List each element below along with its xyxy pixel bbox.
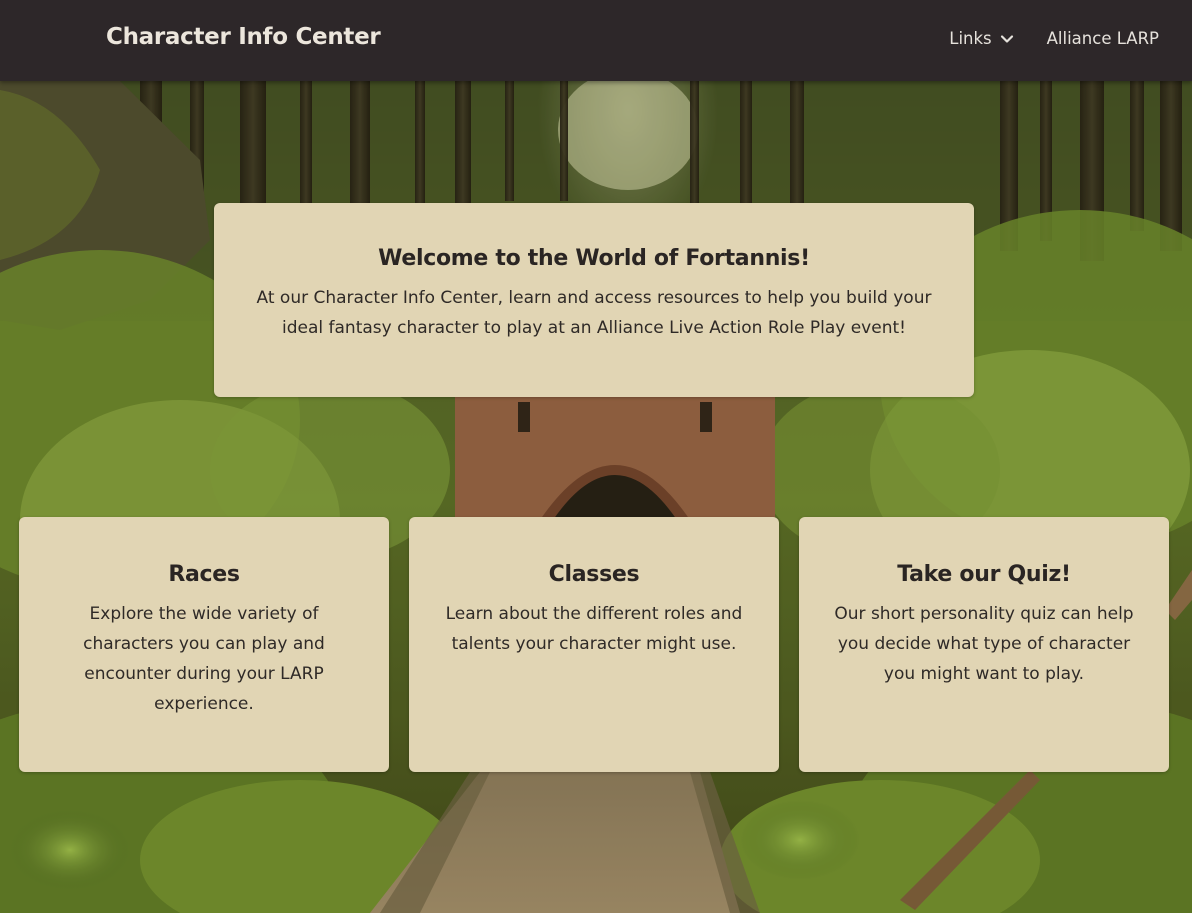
welcome-title: Welcome to the World of Fortannis!: [378, 246, 810, 271]
classes-card-text: Learn about the different roles and tale…: [445, 604, 743, 654]
alliance-larp-link[interactable]: Alliance LARP: [1047, 29, 1159, 48]
welcome-card: Welcome to the World of Fortannis! At ou…: [214, 203, 974, 397]
welcome-text: At our Character Info Center, learn and …: [256, 288, 932, 338]
brand-link[interactable]: Character Info Center: [106, 24, 381, 50]
nav-links: Links Alliance LARP: [949, 29, 1159, 48]
forest-scene: [0, 0, 1192, 913]
races-card-title: Races: [168, 562, 240, 587]
races-card-text: Explore the wide variety of characters y…: [83, 604, 325, 714]
links-dropdown[interactable]: Links: [949, 29, 1013, 48]
classes-card[interactable]: Classes Learn about the different roles …: [409, 517, 779, 772]
forest-background-image: [0, 0, 1192, 913]
quiz-card-title: Take our Quiz!: [897, 562, 1071, 587]
links-dropdown-label: Links: [949, 29, 992, 48]
top-navbar: Character Info Center Links Alliance LAR…: [0, 0, 1192, 81]
classes-card-title: Classes: [548, 562, 640, 587]
quiz-card-text: Our short personality quiz can help you …: [834, 604, 1134, 684]
chevron-down-icon: [1000, 34, 1013, 43]
quiz-card[interactable]: Take our Quiz! Our short personality qui…: [799, 517, 1169, 772]
races-card[interactable]: Races Explore the wide variety of charac…: [19, 517, 389, 772]
